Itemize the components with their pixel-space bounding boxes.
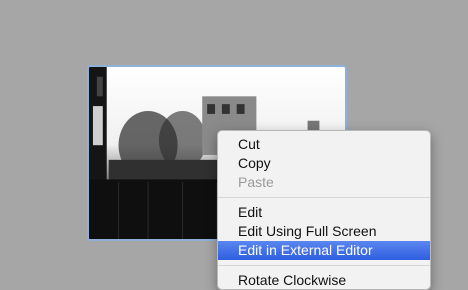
context-menu: Cut Copy Paste Edit Edit Using Full Scre… [217, 130, 431, 290]
menu-item-rotate-clockwise[interactable]: Rotate Clockwise [218, 271, 430, 290]
menu-item-cut[interactable]: Cut [218, 135, 430, 154]
menu-separator [218, 197, 430, 198]
menu-item-edit-external-editor[interactable]: Edit in External Editor [218, 241, 430, 260]
menu-item-copy[interactable]: Copy [218, 154, 430, 173]
menu-item-edit[interactable]: Edit [218, 203, 430, 222]
menu-item-edit-full-screen[interactable]: Edit Using Full Screen [218, 222, 430, 241]
menu-separator [218, 265, 430, 266]
menu-item-paste: Paste [238, 174, 274, 190]
